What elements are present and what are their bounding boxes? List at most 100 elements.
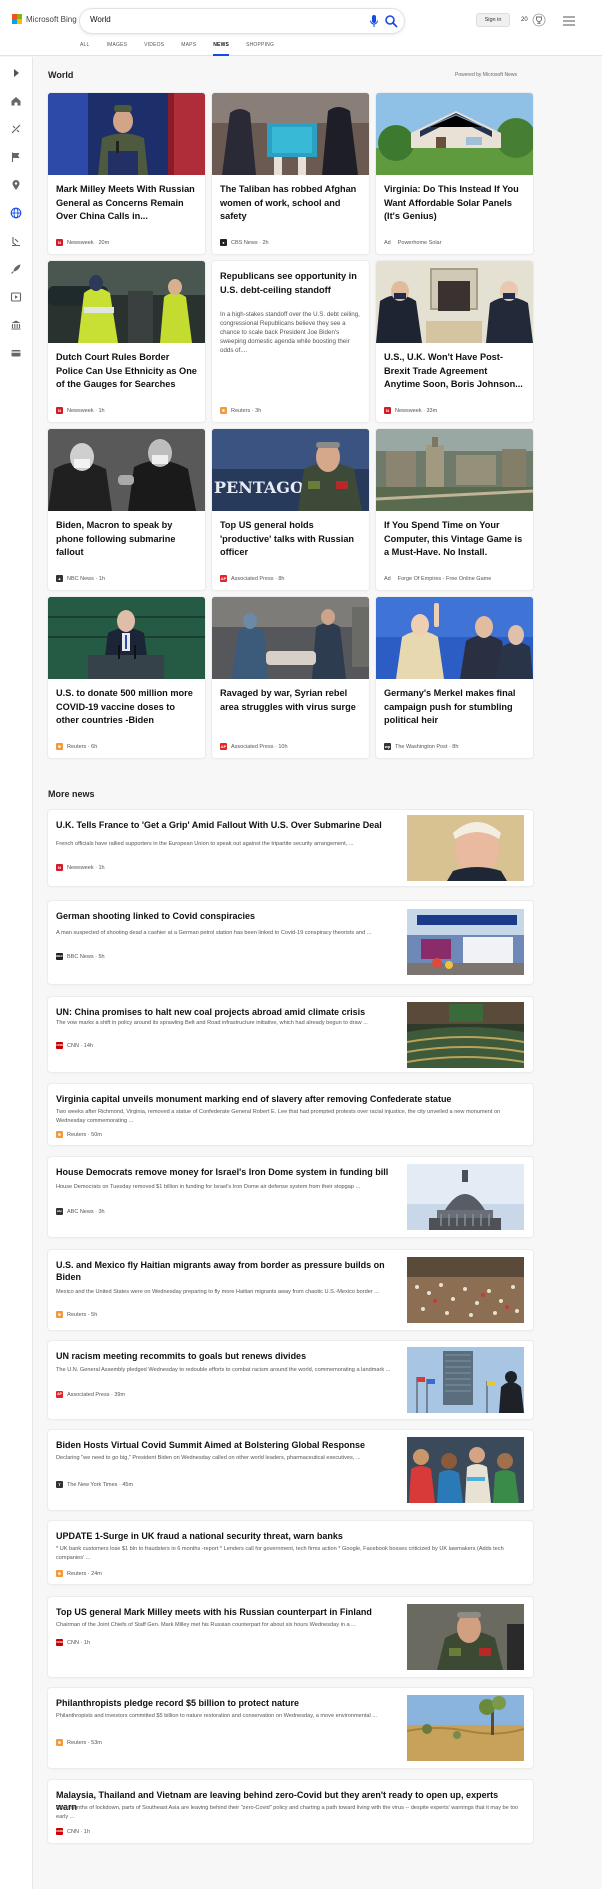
news-source[interactable]: N Newsweek · 20m (56, 239, 109, 246)
search-icon[interactable] (384, 14, 398, 28)
more-news-source[interactable]: CNN CNN · 14h (56, 1042, 93, 1049)
news-title[interactable]: U.S., U.K. Won't Have Post-Brexit Trade … (384, 351, 525, 392)
more-news-source[interactable]: ✺ Reuters · 24m (56, 1570, 102, 1577)
news-card[interactable]: PENTAGON Top US general holds 'productiv… (212, 429, 369, 590)
ad-card[interactable]: If You Spend Time on Your Computer, this… (376, 429, 533, 590)
news-title[interactable]: U.S. to donate 500 million more COVID-19… (56, 687, 197, 728)
tab-all[interactable]: ALL (80, 42, 90, 56)
news-title[interactable]: Dutch Court Rules Border Police Can Use … (56, 351, 197, 392)
more-news-title[interactable]: Top US general Mark Milley meets with hi… (56, 1606, 396, 1618)
sign-in-button[interactable]: Sign in (476, 13, 510, 27)
more-news-item[interactable]: German shooting linked to Covid conspira… (48, 901, 533, 984)
news-card[interactable]: Biden, Macron to speak by phone followin… (48, 429, 205, 590)
science-icon[interactable] (10, 235, 22, 247)
ad-card[interactable]: Virginia: Do This Instead If You Want Af… (376, 93, 533, 254)
more-news-title[interactable]: Biden Hosts Virtual Covid Summit Aimed a… (56, 1439, 396, 1451)
wallet-icon[interactable] (10, 347, 22, 359)
news-card[interactable]: U.S., U.K. Won't Have Post-Brexit Trade … (376, 261, 533, 422)
more-news-source[interactable]: ✺ Reuters · 53m (56, 1739, 102, 1746)
tab-maps[interactable]: MAPS (181, 42, 196, 56)
tab-news[interactable]: NEWS (213, 42, 229, 56)
more-news-source[interactable]: CNN CNN · 1h (56, 1828, 90, 1835)
more-news-title[interactable]: U.S. and Mexico fly Haitian migrants awa… (56, 1259, 396, 1283)
news-card[interactable]: Dutch Court Rules Border Police Can Use … (48, 261, 205, 422)
news-source[interactable]: ✺ Reuters · 6h (56, 743, 97, 750)
news-source[interactable]: ● CBS News · 2h (220, 239, 269, 246)
news-source[interactable]: AP Associated Press · 8h (220, 575, 285, 582)
more-news-item[interactable]: UN: China promises to halt new coal proj… (48, 997, 533, 1072)
more-news-item[interactable]: Top US general Mark Milley meets with hi… (48, 1597, 533, 1677)
news-title[interactable]: Ravaged by war, Syrian rebel area strugg… (220, 687, 361, 714)
ad-source[interactable]: Ad Forge Of Empires - Free Online Game (384, 576, 491, 582)
news-card[interactable]: Germany's Merkel makes final campaign pu… (376, 597, 533, 758)
more-news-title[interactable]: UPDATE 1-Surge in UK fraud a national se… (56, 1530, 516, 1542)
news-card[interactable]: Mark Milley Meets With Russian General a… (48, 93, 205, 254)
rewards-count[interactable]: 20 (521, 17, 528, 23)
news-source[interactable]: ▲ NBC News · 1h (56, 575, 105, 582)
video-icon[interactable] (10, 291, 22, 303)
more-news-source[interactable]: abc ABC News · 3h (56, 1208, 105, 1215)
more-news-item[interactable]: Philanthropists pledge record $5 billion… (48, 1688, 533, 1768)
powered-by-label[interactable]: Powered by Microsoft News (455, 72, 517, 78)
news-title[interactable]: Biden, Macron to speak by phone followin… (56, 519, 197, 560)
more-news-item[interactable]: U.S. and Mexico fly Haitian migrants awa… (48, 1250, 533, 1330)
hamburger-menu-icon[interactable] (563, 16, 575, 26)
more-news-title[interactable]: Virginia capital unveils monument markin… (56, 1093, 516, 1105)
news-image (48, 597, 205, 679)
more-news-title[interactable]: House Democrats remove money for Israel'… (56, 1166, 396, 1178)
more-news-item[interactable]: Biden Hosts Virtual Covid Summit Aimed a… (48, 1430, 533, 1510)
news-source[interactable]: wp The Washington Post · 8h (384, 743, 458, 750)
more-news-source[interactable]: BBC BBC News · 5h (56, 953, 105, 960)
news-title[interactable]: Germany's Merkel makes final campaign pu… (384, 687, 525, 728)
bing-logo[interactable]: Microsoft Bing (12, 14, 77, 24)
search-box[interactable]: World (80, 9, 404, 33)
news-source[interactable]: AP Associated Press · 10h (220, 743, 288, 750)
more-news-source[interactable]: ✺ Reuters · 5h (56, 1311, 97, 1318)
more-news-title[interactable]: U.K. Tells France to 'Get a Grip' Amid F… (56, 819, 396, 831)
bank-icon[interactable] (10, 319, 22, 331)
more-news-source[interactable]: AP Associated Press · 39m (56, 1391, 125, 1398)
news-title[interactable]: Mark Milley Meets With Russian General a… (56, 183, 197, 224)
ad-source[interactable]: Ad Powerhome Solar (384, 240, 441, 246)
news-title[interactable]: Republicans see opportunity in U.S. debt… (220, 270, 361, 297)
search-input[interactable]: World (90, 15, 111, 24)
sports-icon[interactable] (10, 123, 22, 135)
news-card[interactable]: The Taliban has robbed Afghan women of w… (212, 93, 369, 254)
more-news-source[interactable]: N Newsweek · 1h (56, 864, 105, 871)
news-card[interactable]: U.S. to donate 500 million more COVID-19… (48, 597, 205, 758)
globe-icon[interactable] (10, 207, 22, 219)
tab-images[interactable]: IMAGES (107, 42, 128, 56)
rewards-trophy-icon[interactable] (532, 13, 546, 27)
more-news-item[interactable]: UN racism meeting recommits to goals but… (48, 1341, 533, 1419)
news-source[interactable]: ✺ Reuters · 3h (220, 407, 261, 414)
more-news-item[interactable]: Virginia capital unveils monument markin… (48, 1084, 533, 1145)
news-card[interactable]: Republicans see opportunity in U.S. debt… (212, 261, 369, 422)
more-news-source[interactable]: CNN CNN · 1h (56, 1639, 90, 1646)
microphone-icon[interactable] (368, 14, 380, 28)
more-news-item[interactable]: House Democrats remove money for Israel'… (48, 1157, 533, 1237)
ad-title[interactable]: If You Spend Time on Your Computer, this… (384, 519, 525, 560)
news-source[interactable]: N Newsweek · 33m (384, 407, 437, 414)
flag-icon[interactable] (10, 151, 22, 163)
news-source[interactable]: N Newsweek · 1h (56, 407, 105, 414)
location-icon[interactable] (10, 179, 22, 191)
more-news-title[interactable]: German shooting linked to Covid conspira… (56, 910, 396, 922)
more-news-item[interactable]: UPDATE 1-Surge in UK fraud a national se… (48, 1521, 533, 1584)
more-news-item[interactable]: U.K. Tells France to 'Get a Grip' Amid F… (48, 810, 533, 886)
tab-shopping[interactable]: SHOPPING (246, 42, 274, 56)
ad-image (376, 93, 533, 175)
more-news-item[interactable]: Malaysia, Thailand and Vietnam are leavi… (48, 1780, 533, 1843)
more-news-title[interactable]: UN racism meeting recommits to goals but… (56, 1350, 396, 1362)
more-news-source[interactable]: ✺ Reuters · 50m (56, 1131, 102, 1138)
more-news-source[interactable]: T The New York Times · 45m (56, 1481, 133, 1488)
more-news-title[interactable]: UN: China promises to halt new coal proj… (56, 1006, 396, 1018)
expand-icon[interactable] (10, 67, 22, 79)
news-title[interactable]: Top US general holds 'productive' talks … (220, 519, 361, 560)
home-icon[interactable] (10, 95, 22, 107)
more-news-title[interactable]: Philanthropists pledge record $5 billion… (56, 1697, 396, 1709)
news-card[interactable]: Ravaged by war, Syrian rebel area strugg… (212, 597, 369, 758)
ad-title[interactable]: Virginia: Do This Instead If You Want Af… (384, 183, 525, 224)
news-title[interactable]: The Taliban has robbed Afghan women of w… (220, 183, 361, 224)
rocket-icon[interactable] (10, 263, 22, 275)
tab-videos[interactable]: VIDEOS (144, 42, 164, 56)
